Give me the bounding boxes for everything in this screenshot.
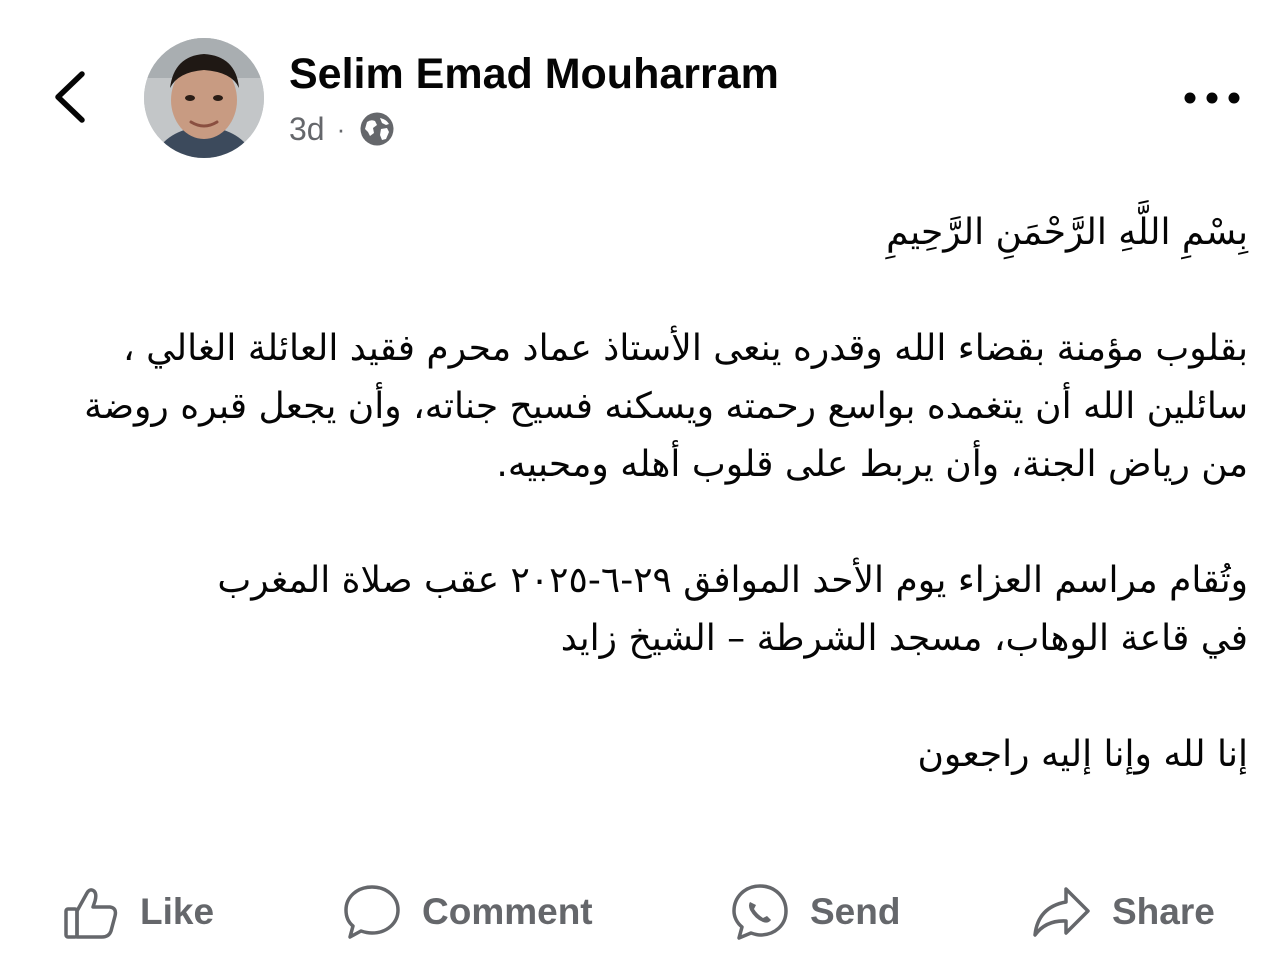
globe-icon[interactable] [359, 111, 395, 147]
post-paragraph-condolence: بقلوب مؤمنة بقضاء الله وقدره ينعى الأستا… [84, 328, 1248, 485]
chevron-left-icon [55, 71, 85, 123]
like-label: Like [140, 891, 215, 932]
messenger-icon [732, 884, 788, 940]
share-label: Share [1112, 891, 1215, 932]
like-button[interactable]: Like [62, 872, 214, 952]
post-paragraph-funeral-details: وتُقام مراسم العزاء يوم الأحد الموافق ٢٩… [217, 560, 1248, 659]
share-button[interactable]: Share [1030, 872, 1215, 952]
post-meta: 3d · [289, 108, 395, 150]
thumbs-up-icon [64, 888, 118, 939]
basmala: بِسْمِ اللَّهِ الرَّحْمَنِ الرَّحِيمِ [886, 212, 1248, 253]
avatar[interactable] [144, 38, 264, 158]
ellipsis-icon [1184, 92, 1240, 104]
share-arrow-icon [1033, 887, 1090, 937]
comment-button[interactable]: Comment [342, 872, 593, 952]
action-bar: Like Comment Send Share [0, 872, 1284, 952]
comment-label: Comment [422, 891, 593, 932]
comment-bubble-icon [344, 885, 400, 939]
send-button[interactable]: Send [730, 872, 900, 952]
post-timestamp[interactable]: 3d [289, 111, 325, 148]
profile-photo [144, 38, 264, 158]
post-text: بِسْمِ اللَّهِ الرَّحْمَنِ الرَّحِيمِ بق… [40, 204, 1248, 784]
post-closing: إنا لله وإنا إليه راجعون [917, 734, 1248, 775]
author-name[interactable]: Selim Emad Mouharram [289, 48, 779, 100]
back-button[interactable] [46, 62, 100, 132]
more-options-button[interactable] [1176, 80, 1248, 116]
meta-separator: · [336, 113, 346, 144]
send-label: Send [810, 891, 901, 932]
